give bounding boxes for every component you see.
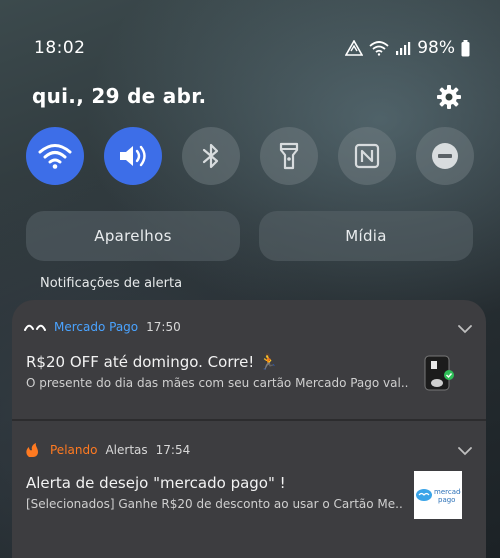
thumb-text-top: mercado xyxy=(434,488,461,496)
date-label: qui., 29 de abr. xyxy=(32,84,207,108)
sound-toggle[interactable] xyxy=(104,127,162,185)
quick-settings-toggles xyxy=(26,127,476,185)
notification-title: R$20 OFF até domingo. Corre! 🏃 xyxy=(26,353,278,371)
devices-button[interactable]: Aparelhos xyxy=(26,211,240,261)
alert-notifications-header: Notificações de alerta xyxy=(40,276,183,291)
bluetooth-icon xyxy=(202,143,219,169)
notification-body: [Selecionados] Ganhe R$20 de desconto ao… xyxy=(26,497,403,511)
bluetooth-toggle[interactable] xyxy=(182,127,240,185)
notification-header: Pelando Alertas 17:54 xyxy=(24,442,190,458)
flashlight-icon xyxy=(279,142,299,170)
clock: 18:02 xyxy=(34,38,86,58)
nfc-toggle[interactable] xyxy=(338,127,396,185)
flashlight-toggle[interactable] xyxy=(260,127,318,185)
signal-icon xyxy=(395,40,411,56)
battery-icon xyxy=(461,39,470,57)
media-button[interactable]: Mídia xyxy=(259,211,473,261)
notification-body: O presente do dia das mães com seu cartã… xyxy=(26,376,409,390)
pelando-icon xyxy=(26,443,38,457)
status-bar: 18:02 98% xyxy=(0,0,500,60)
chevron-down-icon[interactable] xyxy=(458,324,472,334)
battery-level: 98% xyxy=(417,38,455,58)
do-not-disturb-icon xyxy=(432,143,458,169)
notification-category: Alertas xyxy=(105,443,148,457)
app-name: Mercado Pago xyxy=(54,320,139,334)
wifi-status-icon xyxy=(369,40,389,56)
notification-thumbnail xyxy=(424,355,454,391)
sound-icon xyxy=(120,145,146,167)
thumb-text-bottom: pago xyxy=(438,496,455,504)
nfc-icon xyxy=(354,143,380,169)
notification-time: 17:50 xyxy=(146,320,181,334)
mercado-pago-icon xyxy=(24,324,46,331)
notification-header: Mercado Pago 17:50 xyxy=(24,320,181,334)
wifi-toggle[interactable] xyxy=(26,127,84,185)
notification-thumbnail: mercado pago xyxy=(414,471,462,519)
mercado-pago-logo-icon: mercado pago xyxy=(416,488,461,504)
data-saver-icon xyxy=(345,40,364,56)
gear-icon xyxy=(437,85,461,109)
notification-title: Alerta de desejo "mercado pago" ! xyxy=(26,474,286,492)
notification-time: 17:54 xyxy=(155,443,191,457)
status-icons: 98% xyxy=(345,38,470,58)
do-not-disturb-toggle[interactable] xyxy=(416,127,474,185)
wifi-icon xyxy=(38,144,72,169)
settings-button[interactable] xyxy=(436,84,462,110)
app-name: Pelando xyxy=(50,443,98,457)
chevron-down-icon[interactable] xyxy=(458,446,472,456)
